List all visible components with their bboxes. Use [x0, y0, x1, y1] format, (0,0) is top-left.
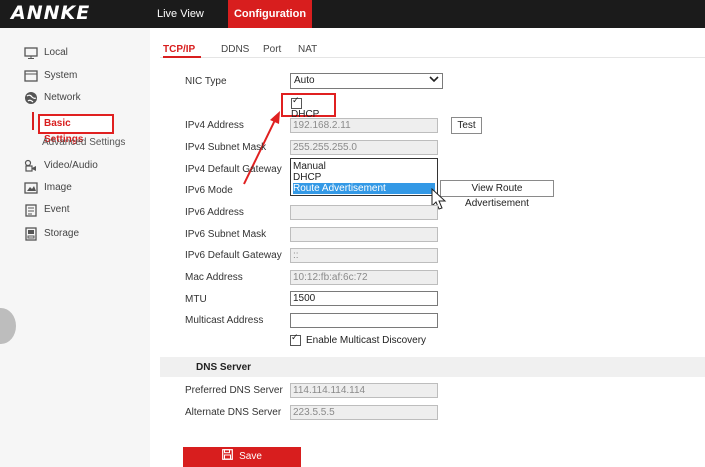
ipv6-subnet-mask-label: IPv6 Subnet Mask [185, 229, 267, 240]
ipv4-default-gateway-label: IPv4 Default Gateway [185, 164, 282, 175]
save-button[interactable]: Save [183, 447, 301, 467]
chevron-down-icon [429, 74, 439, 89]
ipv6-address-label: IPv6 Address [185, 207, 244, 218]
ipv6-default-gateway-field[interactable]: :: [290, 248, 438, 263]
save-label: Save [239, 451, 262, 462]
system-icon [24, 70, 38, 82]
sidebar-subitem-advanced-settings[interactable]: Advanced Settings [42, 134, 125, 152]
nav-live-view[interactable]: Live View [157, 0, 204, 28]
sidebar-item-system[interactable]: System [0, 66, 150, 86]
nic-type-label: NIC Type [185, 76, 227, 87]
alternate-dns-field[interactable]: 223.5.5.5 [290, 405, 438, 420]
network-globe-icon [25, 92, 37, 104]
test-button[interactable]: Test [451, 117, 482, 134]
image-icon [24, 182, 38, 194]
ipv4-subnet-mask-label: IPv4 Subnet Mask [185, 142, 267, 153]
sidebar-item-event[interactable]: Event [0, 200, 150, 220]
ipv6-address-field[interactable] [290, 205, 438, 220]
mtu-label: MTU [185, 294, 207, 305]
storage-icon [25, 227, 37, 241]
multicast-address-label: Multicast Address [185, 315, 264, 326]
nav-configuration[interactable]: Configuration [228, 0, 312, 28]
dropdown-option-route-advertisement[interactable]: Route Advertisement [293, 183, 435, 194]
sidebar-item-label: Local [44, 47, 68, 58]
alternate-dns-label: Alternate DNS Server [185, 407, 282, 418]
sidebar-item-video-audio[interactable]: Video/Audio [0, 156, 150, 176]
sidebar-item-label: Image [44, 182, 72, 193]
checkbox-checked-icon [290, 333, 301, 346]
preferred-dns-field[interactable]: 114.114.114.114 [290, 383, 438, 398]
sidebar-item-label: Video/Audio [44, 160, 98, 171]
active-indicator [32, 112, 34, 130]
sidebar-subitem-basic-settings[interactable]: Basic Settings [38, 114, 114, 145]
ipv4-subnet-mask-field[interactable]: 255.255.255.0 [290, 140, 438, 155]
event-icon [25, 204, 37, 217]
sidebar-item-label: Event [44, 204, 70, 215]
dropdown-option-dhcp[interactable]: DHCP [293, 172, 435, 183]
ipv6-mode-dropdown-list[interactable]: Manual DHCP Route Advertisement [290, 158, 438, 196]
sidebar-item-local[interactable]: Local [0, 43, 150, 63]
brand-logo: ANNKE [11, 2, 91, 24]
top-bar: ANNKE Live View Configuration [0, 0, 705, 28]
mac-address-field[interactable]: 10:12:fb:af:6c:72 [290, 270, 438, 285]
tab-ddns[interactable]: DDNS [221, 44, 249, 55]
nic-type-value: Auto [294, 75, 315, 86]
ipv6-mode-label: IPv6 Mode [185, 185, 233, 196]
active-tab-underline [163, 56, 201, 58]
tab-nat[interactable]: NAT [298, 44, 317, 55]
sidebar-item-network[interactable]: Network [0, 88, 150, 108]
dns-section-title: DNS Server [196, 362, 252, 373]
ipv4-address-label: IPv4 Address [185, 120, 244, 131]
sidebar-item-label: Storage [44, 228, 80, 239]
view-route-advertisement-button[interactable]: View Route Advertisement [440, 180, 554, 209]
ipv4-address-field[interactable]: 192.168.2.11 [290, 118, 438, 133]
mtu-field[interactable]: 1500 [290, 291, 438, 306]
sidebar-item-image[interactable]: Image [0, 178, 150, 198]
dhcp-checkbox-highlight: DHCP [281, 93, 336, 120]
video-audio-icon [24, 159, 36, 172]
dropdown-option-manual[interactable]: Manual [293, 161, 435, 172]
enable-multicast-discovery-checkbox[interactable]: Enable Multicast Discovery [290, 333, 427, 347]
tabs-divider [160, 57, 705, 58]
nic-type-select[interactable]: Auto [290, 73, 443, 89]
dhcp-checkbox[interactable]: DHCP [291, 96, 334, 120]
tab-port[interactable]: Port [263, 44, 281, 55]
ipv6-subnet-mask-field[interactable] [290, 227, 438, 242]
monitor-icon [24, 47, 38, 59]
sidebar-item-label: Network [44, 92, 81, 103]
preferred-dns-label: Preferred DNS Server [185, 385, 283, 396]
tab-tcp-ip[interactable]: TCP/IP [163, 44, 195, 55]
sidebar-item-storage[interactable]: Storage [0, 224, 150, 244]
mac-address-label: Mac Address [185, 272, 243, 283]
sidebar-item-label: System [44, 70, 78, 81]
floppy-disk-icon [222, 449, 233, 460]
enable-multicast-label: Enable Multicast Discovery [306, 335, 427, 347]
multicast-address-field[interactable] [290, 313, 438, 328]
checkbox-checked-icon [291, 96, 302, 109]
ipv6-default-gateway-label: IPv6 Default Gateway [185, 250, 282, 261]
